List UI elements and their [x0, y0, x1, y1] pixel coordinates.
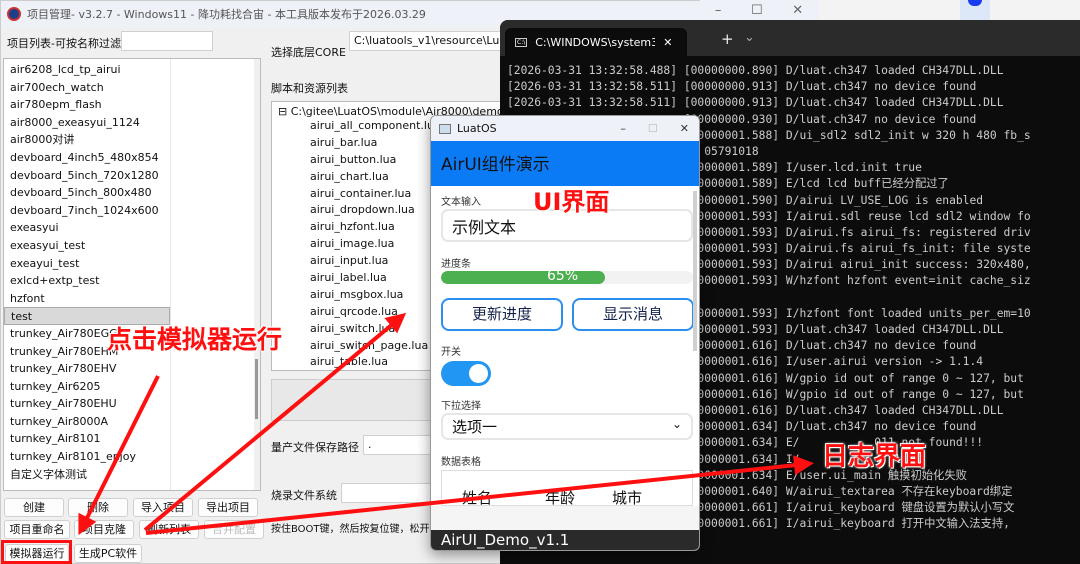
annotation-click-sim: 点击模拟器运行 — [107, 325, 283, 354]
annotation-arrows — [78, 312, 814, 536]
arrow-to-log — [145, 455, 814, 535]
annotation-log: 日志界面 — [822, 442, 927, 472]
arrow-to-simulator-button — [78, 375, 160, 536]
annotation-ui: UI界面 — [533, 188, 610, 216]
